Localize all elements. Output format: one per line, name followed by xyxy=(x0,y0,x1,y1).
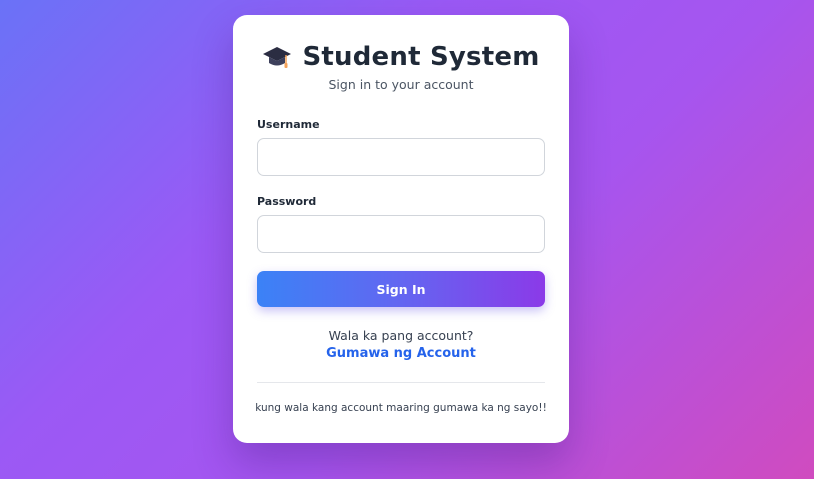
password-input[interactable] xyxy=(257,215,545,253)
create-account-link[interactable]: Gumawa ng Account xyxy=(233,346,569,361)
footer-note: kung wala kang account maaring gumawa ka… xyxy=(255,402,547,414)
password-label: Password xyxy=(257,195,317,208)
title-row: Student System xyxy=(233,39,569,75)
register-prompt: Wala ka pang account? xyxy=(328,328,474,343)
username-input[interactable] xyxy=(257,138,545,176)
login-card: Student System Sign in to your account U… xyxy=(233,15,569,443)
page-subtitle: Sign in to your account xyxy=(328,77,474,92)
page-title: Student System xyxy=(302,42,540,72)
sign-in-button[interactable]: Sign In xyxy=(257,271,545,307)
username-label: Username xyxy=(257,118,320,131)
graduation-cap-icon xyxy=(262,44,292,70)
divider xyxy=(257,382,545,383)
